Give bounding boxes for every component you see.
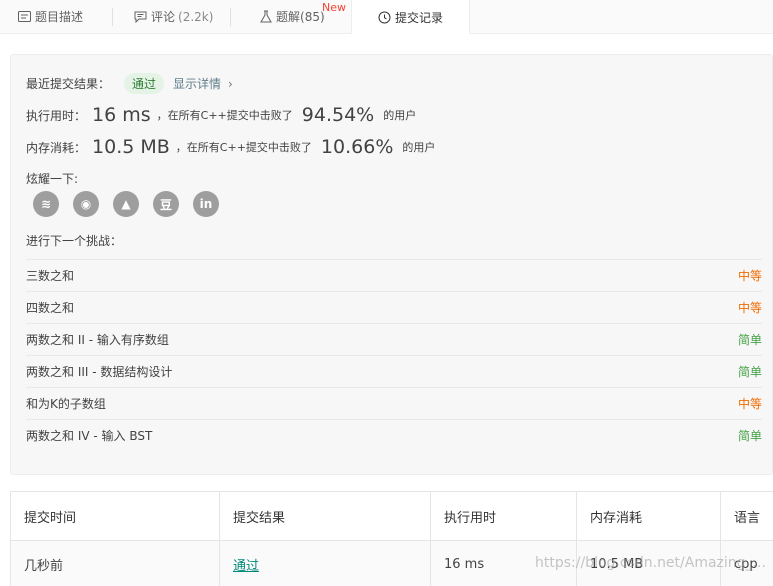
memory-suffix: 的用户 xyxy=(402,141,436,154)
share-label: 炫耀一下: xyxy=(26,172,79,186)
tab-divider xyxy=(230,8,231,26)
tab-label: 题解 xyxy=(276,10,301,24)
difficulty-badge: 简单 xyxy=(737,333,762,347)
submission-result-link[interactable]: 通过 xyxy=(220,541,431,586)
challenge-item[interactable]: 两数之和 IV - 输入 BST 简单 xyxy=(26,419,762,451)
challenge-title: 两数之和 II - 输入有序数组 xyxy=(26,333,169,347)
tab-description[interactable]: 题目描述 xyxy=(18,0,83,33)
difficulty-badge: 简单 xyxy=(737,365,762,379)
column-header-time: 提交时间 xyxy=(11,492,220,541)
flask-icon xyxy=(260,10,272,23)
solution-count: (85) xyxy=(300,9,325,24)
share-label-row: 炫耀一下: xyxy=(26,170,78,187)
problem-tabs: 题目描述 评论 (2.2k) 题解 (85) New 提交记录 xyxy=(0,0,773,34)
weibo-icon[interactable]: ◉ xyxy=(73,191,99,217)
chevron-right-icon: › xyxy=(228,77,233,91)
challenge-title: 和为K的子数组 xyxy=(26,397,106,411)
memory-row: 内存消耗： 10.5 MB ，在所有C++提交中击败了 10.66% 的用户 xyxy=(26,136,435,158)
comment-icon xyxy=(134,11,147,23)
runtime-label: 执行用时： xyxy=(26,108,87,123)
watermark: https://blog.csdn.net/Amazing_... xyxy=(535,555,766,571)
tab-divider xyxy=(112,8,113,26)
column-header-result: 提交结果 xyxy=(220,492,431,541)
challenge-item[interactable]: 四数之和 中等 xyxy=(26,291,762,323)
challenge-item[interactable]: 两数之和 III - 数据结构设计 简单 xyxy=(26,355,762,387)
difficulty-badge: 简单 xyxy=(737,429,762,443)
difficulty-badge: 中等 xyxy=(737,397,762,411)
show-details-link[interactable]: 显示详情 › xyxy=(173,75,233,92)
tab-comments[interactable]: 评论 (2.2k) xyxy=(134,0,213,33)
submission-time-cell: 几秒前 xyxy=(11,541,220,586)
recent-result-row: 最近提交结果： 通过 显示详情 › xyxy=(26,73,233,94)
tab-submissions[interactable]: 提交记录 xyxy=(351,0,470,34)
difficulty-badge: 中等 xyxy=(737,269,762,283)
column-header-runtime: 执行用时 xyxy=(431,492,577,541)
runtime-row: 执行用时： 16 ms ，在所有C++提交中击败了 94.54% 的用户 xyxy=(26,104,416,126)
submission-result-card: 最近提交结果： 通过 显示详情 › 执行用时： 16 ms ，在所有C++提交中击… xyxy=(10,54,773,475)
tab-solutions[interactable]: 题解 (85) xyxy=(260,0,325,33)
linkedin-icon[interactable]: in xyxy=(193,191,219,217)
description-icon xyxy=(18,11,31,22)
tab-label: 提交记录 xyxy=(395,10,444,25)
qq-icon[interactable]: ▲ xyxy=(113,191,139,217)
clock-icon xyxy=(378,11,391,24)
runtime-beat-text: ，在所有C++提交中击败了 xyxy=(156,109,293,122)
challenge-title: 两数之和 IV - 输入 BST xyxy=(26,429,153,443)
tab-label: 评论 xyxy=(151,10,176,24)
status-badge: 通过 xyxy=(124,73,165,94)
challenge-title: 四数之和 xyxy=(26,301,75,315)
challenge-item[interactable]: 三数之和 中等 xyxy=(26,259,762,291)
show-details-label: 显示详情 xyxy=(173,77,222,91)
memory-percent: 10.66% xyxy=(320,136,394,158)
memory-label: 内存消耗： xyxy=(26,140,87,155)
column-header-memory: 内存消耗 xyxy=(577,492,721,541)
next-challenge-label: 进行下一个挑战： xyxy=(26,234,123,248)
recent-result-label: 最近提交结果： xyxy=(26,77,111,91)
next-challenge-row: 进行下一个挑战： xyxy=(26,232,122,249)
submissions-table: 提交时间 提交结果 执行用时 内存消耗 语言 几秒前 通过 16 ms 10.5… xyxy=(10,491,773,586)
challenge-item[interactable]: 两数之和 II - 输入有序数组 简单 xyxy=(26,323,762,355)
runtime-suffix: 的用户 xyxy=(383,109,417,122)
comment-count: (2.2k) xyxy=(178,9,214,24)
difficulty-badge: 中等 xyxy=(737,301,762,315)
new-badge: New xyxy=(322,1,346,14)
challenge-title: 三数之和 xyxy=(26,269,75,283)
challenge-title: 两数之和 III - 数据结构设计 xyxy=(26,365,173,379)
challenge-item[interactable]: 和为K的子数组 中等 xyxy=(26,387,762,419)
memory-beat-text: ，在所有C++提交中击败了 xyxy=(175,141,312,154)
wechat-icon[interactable]: ≋ xyxy=(33,191,59,217)
column-header-language: 语言 xyxy=(721,492,773,541)
douban-icon[interactable]: 豆 xyxy=(153,191,179,217)
runtime-percent: 94.54% xyxy=(301,104,375,126)
tab-label: 题目描述 xyxy=(35,10,84,24)
memory-value: 10.5 MB xyxy=(92,136,170,158)
runtime-value: 16 ms xyxy=(92,104,151,126)
